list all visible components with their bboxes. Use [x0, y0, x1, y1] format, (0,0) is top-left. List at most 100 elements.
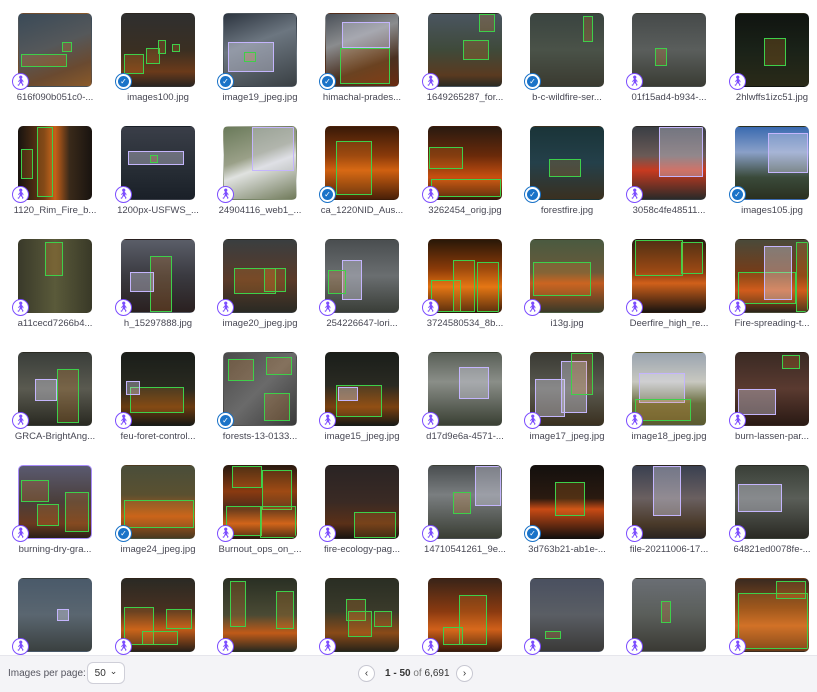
image-thumbnail[interactable] — [428, 126, 502, 200]
image-tile[interactable]: 🚶︎ image20_jpeg.jpg — [217, 239, 298, 329]
image-tile[interactable]: 🚶︎ 24904116_web1_... — [217, 126, 301, 216]
image-thumbnail[interactable] — [428, 352, 502, 426]
next-page-button[interactable]: › — [456, 665, 473, 682]
image-tile[interactable]: ✓ himachal-prades... — [319, 13, 401, 103]
image-tile[interactable]: 🚶︎ 64821ed0078fe-... — [729, 465, 811, 555]
image-thumbnail[interactable] — [18, 465, 92, 539]
image-thumbnail[interactable] — [428, 465, 502, 539]
image-thumbnail[interactable] — [735, 126, 809, 200]
image-thumbnail[interactable] — [121, 126, 195, 200]
image-tile[interactable]: ✓ images100.jpg — [115, 13, 195, 103]
image-thumbnail[interactable] — [121, 352, 195, 426]
images-per-page-select[interactable]: 50 ⌄ — [87, 662, 125, 684]
image-tile[interactable]: 🚶︎ — [524, 578, 604, 655]
image-tile[interactable]: 🚶︎ 3058c4fe48511... — [626, 126, 706, 216]
image-tile[interactable]: 🚶︎ 3724580534_8b... — [422, 239, 503, 329]
image-thumbnail[interactable] — [18, 13, 92, 87]
image-tile[interactable]: 🚶︎ file-20211006-17... — [626, 465, 708, 555]
image-tile[interactable]: 🚶︎ 01f15ad4-b934-... — [626, 13, 707, 103]
image-thumbnail[interactable] — [223, 13, 297, 87]
image-tile[interactable]: 🚶︎ Deerfire_high_re... — [626, 239, 708, 329]
image-thumbnail[interactable] — [735, 352, 809, 426]
image-thumbnail[interactable] — [18, 352, 92, 426]
image-tile[interactable]: ✓ forestfire.jpg — [524, 126, 604, 216]
image-thumbnail[interactable] — [121, 465, 195, 539]
image-thumbnail[interactable] — [632, 578, 706, 652]
image-thumbnail[interactable] — [325, 352, 399, 426]
image-thumbnail[interactable] — [632, 239, 706, 313]
image-tile[interactable]: 🚶︎ Fire-spreading-t... — [729, 239, 809, 329]
image-thumbnail[interactable] — [325, 465, 399, 539]
image-tile[interactable]: 🚶︎ 254226647-lori... — [319, 239, 399, 329]
image-tile[interactable]: ✓ forests-13-0133... — [217, 352, 297, 442]
image-tile[interactable]: 🚶︎ Burnout_ops_on_... — [217, 465, 301, 555]
image-thumbnail[interactable] — [223, 126, 297, 200]
image-tile[interactable]: ✓ ca_1220NID_Aus... — [319, 126, 403, 216]
image-thumbnail[interactable] — [632, 352, 706, 426]
image-tile[interactable]: 🚶︎ 2hlwffs1izc51.jpg — [729, 13, 809, 103]
image-thumbnail[interactable] — [632, 13, 706, 87]
image-thumbnail[interactable] — [223, 239, 297, 313]
image-thumbnail[interactable] — [735, 465, 809, 539]
image-tile[interactable]: 🚶︎ — [217, 578, 297, 655]
image-tile[interactable]: 🚶︎ image18_jpeg.jpg — [626, 352, 707, 442]
image-thumbnail[interactable] — [223, 578, 297, 652]
image-thumbnail[interactable] — [530, 578, 604, 652]
image-thumbnail[interactable] — [223, 352, 297, 426]
image-tile[interactable]: ✓ 3d763b21-ab1e-... — [524, 465, 606, 555]
image-thumbnail[interactable] — [325, 126, 399, 200]
image-tile[interactable]: 🚶︎ 1200px-USFWS_... — [115, 126, 199, 216]
image-tile[interactable]: ✓ images105.jpg — [729, 126, 809, 216]
image-tile[interactable]: 🚶︎ 616f090b051c0-... — [12, 13, 93, 103]
image-thumbnail[interactable] — [530, 239, 604, 313]
image-tile[interactable]: 🚶︎ h_15297888.jpg — [115, 239, 195, 329]
image-tile[interactable]: 🚶︎ — [626, 578, 706, 655]
image-tile[interactable]: 🚶︎ 1649265287_for... — [422, 13, 503, 103]
image-tile[interactable]: 🚶︎ feu-foret-control... — [115, 352, 195, 442]
image-thumbnail[interactable] — [223, 465, 297, 539]
image-tile[interactable]: 🚶︎ fire-ecology-pag... — [319, 465, 400, 555]
image-thumbnail[interactable] — [530, 126, 604, 200]
image-thumbnail[interactable] — [735, 239, 809, 313]
image-tile[interactable]: ✓ image24_jpeg.jpg — [115, 465, 196, 555]
image-thumbnail[interactable] — [632, 126, 706, 200]
image-thumbnail[interactable] — [428, 578, 502, 652]
image-thumbnail[interactable] — [530, 352, 604, 426]
image-tile[interactable]: 🚶︎ image15_jpeg.jpg — [319, 352, 400, 442]
image-tile[interactable]: 🚶︎ image17_jpeg.jpg — [524, 352, 605, 442]
image-thumbnail[interactable] — [530, 465, 604, 539]
image-tile[interactable]: ✓ image19_jpeg.jpg — [217, 13, 298, 103]
image-thumbnail[interactable] — [18, 578, 92, 652]
image-tile[interactable]: 🚶︎ a11cecd7266b4... — [12, 239, 92, 329]
image-tile[interactable]: 🚶︎ d17d9e6a-4571-... — [422, 352, 504, 442]
image-thumbnail[interactable] — [121, 239, 195, 313]
image-tile[interactable]: 🚶︎ 3262454_orig.jpg — [422, 126, 502, 216]
image-thumbnail[interactable] — [428, 239, 502, 313]
image-tile[interactable]: 🚶︎ — [729, 578, 809, 655]
image-thumbnail[interactable] — [121, 578, 195, 652]
image-tile[interactable]: 🚶︎ — [12, 578, 92, 655]
image-thumbnail[interactable] — [735, 578, 809, 652]
image-tile[interactable]: 🚶︎ i13g.jpg — [524, 239, 604, 329]
image-thumbnail[interactable] — [121, 13, 195, 87]
image-thumbnail[interactable] — [530, 13, 604, 87]
image-thumbnail[interactable] — [735, 13, 809, 87]
image-tile[interactable]: 🚶︎ GRCA-BrightAng... — [12, 352, 95, 442]
image-tile[interactable]: ✓ b-c-wildfire-ser... — [524, 13, 604, 103]
image-tile[interactable]: 🚶︎ 14710541261_9e... — [422, 465, 506, 555]
image-thumbnail[interactable] — [18, 126, 92, 200]
image-thumbnail[interactable] — [325, 13, 399, 87]
image-thumbnail[interactable] — [428, 13, 502, 87]
image-tile[interactable]: 🚶︎ burning-dry-gra... — [12, 465, 92, 555]
image-thumbnail[interactable] — [325, 578, 399, 652]
image-tile[interactable]: 🚶︎ burn-lassen-par... — [729, 352, 809, 442]
image-tile[interactable]: 🚶︎ — [319, 578, 399, 655]
image-thumbnail[interactable] — [632, 465, 706, 539]
image-tile[interactable]: 🚶︎ — [422, 578, 502, 655]
prev-page-button[interactable]: ‹ — [358, 665, 375, 682]
image-tile[interactable]: 🚶︎ 1120_Rim_Fire_b... — [12, 126, 96, 216]
fire-bounding-box — [479, 14, 495, 32]
image-tile[interactable]: 🚶︎ — [115, 578, 195, 655]
image-thumbnail[interactable] — [18, 239, 92, 313]
image-thumbnail[interactable] — [325, 239, 399, 313]
